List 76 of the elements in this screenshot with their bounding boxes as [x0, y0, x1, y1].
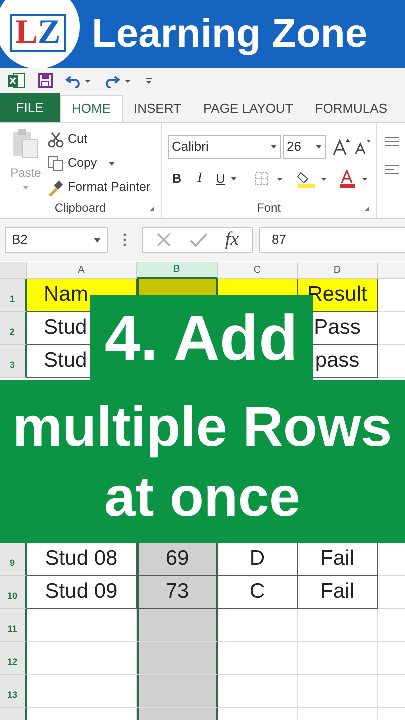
dialog-launcher-icon[interactable]	[148, 204, 155, 212]
align-icon[interactable]	[385, 137, 399, 147]
row-header[interactable]: 12	[0, 642, 27, 675]
font-color-icon[interactable]	[339, 170, 370, 188]
table-cell	[378, 675, 405, 708]
ribbon-tab[interactable]: FORMULAS	[304, 95, 398, 122]
table-cell	[378, 609, 405, 642]
brush-icon	[48, 180, 64, 196]
shrink-font-icon[interactable]	[354, 139, 372, 155]
banner-title: Learning Zone	[92, 14, 368, 54]
table-cell: Fail	[298, 543, 378, 576]
caret-icon	[23, 186, 29, 190]
table-cell: Stud 09	[27, 576, 137, 609]
logo-letter: L	[15, 16, 38, 50]
table-cell: C	[218, 576, 298, 609]
fill-color-icon[interactable]	[297, 170, 330, 188]
row-header[interactable]: 3	[0, 345, 27, 378]
column-header[interactable]: A	[27, 262, 137, 279]
undo-icon[interactable]	[65, 74, 93, 88]
caret-icon	[316, 145, 322, 149]
table-cell	[378, 576, 405, 609]
grow-font-icon[interactable]	[332, 138, 352, 156]
table-cell: Fail	[298, 576, 378, 609]
dialog-launcher-icon[interactable]	[363, 204, 370, 212]
table-cell	[378, 543, 405, 576]
check-icon[interactable]	[190, 232, 208, 248]
table-cell: Result	[298, 279, 378, 312]
column-header[interactable]: D	[298, 262, 378, 279]
save-icon[interactable]	[38, 73, 53, 88]
formula-input[interactable]: 87	[259, 227, 405, 253]
customize-icon[interactable]	[145, 76, 153, 84]
row-header[interactable]: 9	[0, 543, 27, 576]
row-header[interactable]: 13	[0, 675, 27, 708]
table-cell: Stud 08	[27, 543, 137, 576]
align-icon[interactable]	[385, 165, 399, 175]
row-header[interactable]: 10	[0, 576, 27, 609]
column-header[interactable]: C	[218, 262, 298, 279]
group-label: Clipboard	[54, 200, 106, 217]
clipboard-button[interactable]: Format Painter	[48, 178, 151, 197]
spreadsheet-icon[interactable]	[8, 72, 26, 88]
caret-icon	[271, 145, 277, 149]
caret-icon	[94, 238, 101, 242]
row-header[interactable]: 2	[0, 312, 27, 345]
table-cell	[378, 312, 405, 345]
table-cell: 69	[137, 543, 218, 576]
ribbon-tab[interactable]: PAGE LAYOUT	[192, 95, 304, 122]
italic-button[interactable]: I	[194, 168, 206, 189]
font-name-dropdown[interactable]: Calibri	[168, 135, 281, 159]
file-tab[interactable]: FILE	[0, 93, 60, 122]
logo-letter: Z	[38, 16, 61, 50]
name-box[interactable]: B2	[5, 227, 108, 253]
clipboard-button[interactable]: Cut	[48, 130, 151, 149]
column-header[interactable]: B	[137, 262, 218, 279]
table-cell: D	[218, 543, 298, 576]
scissors-icon	[48, 132, 64, 148]
step-caption: 4. Add	[90, 295, 313, 381]
table-cell: 73	[137, 576, 218, 609]
ribbon-tab[interactable]: HOME	[60, 95, 123, 122]
insert-function-button[interactable]: fx	[225, 226, 240, 254]
table-cell	[378, 279, 405, 312]
row-header[interactable]: 1	[0, 279, 27, 312]
bold-button[interactable]: B	[170, 168, 184, 188]
group-label: Font	[256, 200, 281, 217]
handle-icon[interactable]	[123, 233, 127, 247]
copy-icon	[48, 156, 64, 172]
caption-text: at once	[104, 468, 301, 524]
ribbon-tab[interactable]: INSERT	[123, 95, 192, 122]
clipboard-icon	[11, 128, 41, 160]
underline-button[interactable]: U	[216, 168, 238, 188]
redo-icon[interactable]	[105, 74, 133, 88]
row-header[interactable]: 11	[0, 609, 27, 642]
table-cell	[378, 642, 405, 675]
caret-icon	[231, 176, 238, 180]
caret-icon	[109, 162, 116, 166]
clipboard-button[interactable]: Copy	[48, 154, 151, 173]
font-size-dropdown[interactable]: 26	[283, 135, 326, 159]
